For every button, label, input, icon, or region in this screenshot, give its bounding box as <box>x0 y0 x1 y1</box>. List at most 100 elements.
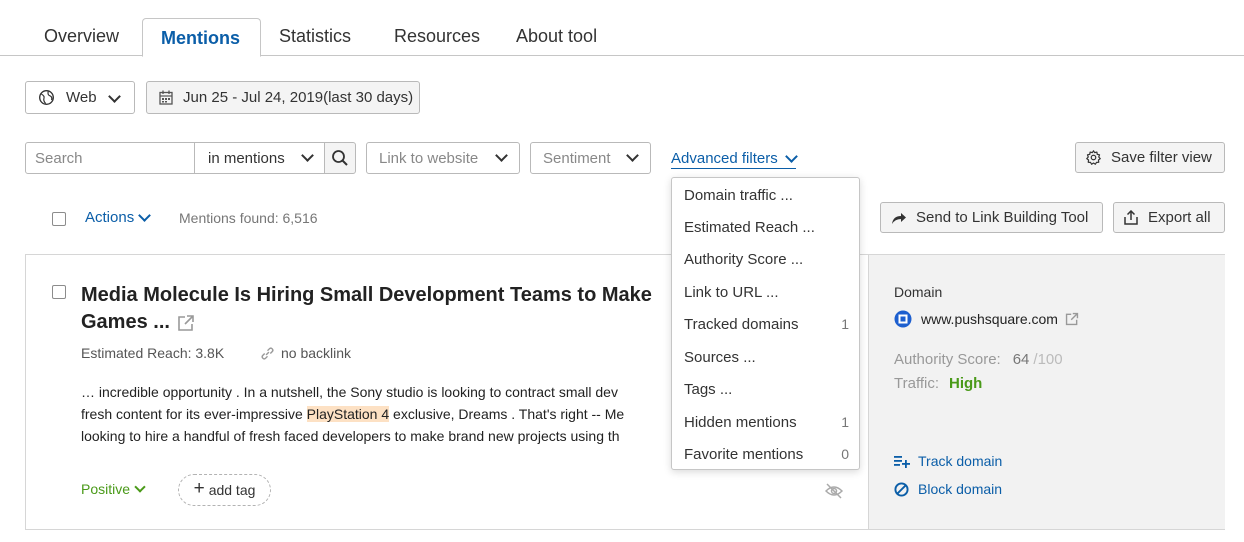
menu-item-label: Estimated Reach ... <box>684 218 815 236</box>
sentiment-select[interactable]: Sentiment <box>530 142 651 174</box>
search-scope-value: in mentions <box>208 149 285 167</box>
menu-item-estimated-reach[interactable]: Estimated Reach ... <box>684 215 849 239</box>
traffic-value: High <box>949 375 983 392</box>
source-select-value: Web <box>66 89 97 106</box>
mention-snippet: … incredible opportunity . In a nutshell… <box>81 381 671 447</box>
menu-item-label: Tracked domains <box>684 315 799 333</box>
chevron-down-icon <box>138 209 152 222</box>
snippet-line: … incredible opportunity . In a nutshell… <box>81 384 618 400</box>
date-range-label: Jun 25 - Jul 24, 2019(last 30 days) <box>183 89 414 106</box>
domain-panel: Domain www.pushsquare.com Authority Scor… <box>868 255 1225 529</box>
globe-icon <box>39 90 54 105</box>
snippet-line: looking to hire a handful of fresh faced… <box>81 428 620 444</box>
plus-icon: + <box>193 478 205 499</box>
menu-item-tracked-domains[interactable]: Tracked domains 1 <box>684 312 849 336</box>
traffic: Traffic: High <box>894 375 982 392</box>
menu-item-tags[interactable]: Tags ... <box>684 377 849 401</box>
chevron-down-icon <box>134 481 146 493</box>
select-all-checkbox[interactable] <box>52 212 66 226</box>
chevron-down-icon <box>108 90 121 103</box>
tab-overview[interactable]: Overview <box>44 26 119 47</box>
menu-item-label: Link to URL ... <box>684 283 779 301</box>
advanced-filters-toggle[interactable]: Advanced filters <box>671 149 798 169</box>
authority-label: Authority Score: <box>894 351 1001 368</box>
tab-about-tool[interactable]: About tool <box>516 26 597 47</box>
actions-label: Actions <box>85 209 135 226</box>
share-arrow-icon <box>892 212 906 224</box>
mentions-found-count: Mentions found: 6,516 <box>179 210 318 226</box>
tab-mentions[interactable]: Mentions <box>142 18 261 57</box>
send-to-link-building-button[interactable]: Send to Link Building Tool <box>880 202 1103 233</box>
authority-max: /100 <box>1033 351 1063 368</box>
tab-resources[interactable]: Resources <box>394 26 480 47</box>
add-tag-button[interactable]: + add tag <box>178 474 271 506</box>
menu-item-label: Sources ... <box>684 348 756 366</box>
menu-item-sources[interactable]: Sources ... <box>684 345 849 369</box>
search-input[interactable]: Search <box>35 150 83 167</box>
sentiment-value: Sentiment <box>543 149 611 167</box>
tab-bar: Overview Mentions Statistics Resources A… <box>0 0 1244 57</box>
search-button[interactable] <box>324 142 356 174</box>
external-link-icon[interactable] <box>177 314 195 332</box>
link-to-website-value: Link to website <box>379 149 479 167</box>
chevron-down-icon <box>626 149 639 162</box>
menu-item-count: 1 <box>841 414 849 430</box>
mention-title-line2: Games ... <box>81 311 170 333</box>
block-domain-link[interactable]: Block domain <box>894 481 1002 497</box>
snippet-text: exclusive, Dreams . That's right -- Me <box>389 406 625 422</box>
mention-card: Media Molecule Is Hiring Small Developme… <box>25 254 1225 530</box>
date-range-picker[interactable]: Jun 25 - Jul 24, 2019(last 30 days) <box>146 81 420 114</box>
save-filter-view-button[interactable]: Save filter view <box>1075 142 1225 173</box>
track-domain-label: Track domain <box>918 453 1003 469</box>
authority-score: Authority Score: 64 /100 <box>894 351 1063 368</box>
menu-item-count: 0 <box>841 446 849 462</box>
link-icon <box>261 346 274 360</box>
menu-item-authority-score[interactable]: Authority Score ... <box>684 247 849 271</box>
domain-name: www.pushsquare.com <box>921 311 1058 327</box>
domain-link[interactable]: www.pushsquare.com <box>894 310 1079 328</box>
menu-item-label: Favorite mentions <box>684 445 804 463</box>
export-all-label: Export all <box>1148 209 1211 226</box>
source-select[interactable]: Web <box>25 81 135 114</box>
menu-item-hidden-mentions[interactable]: Hidden mentions 1 <box>684 410 849 434</box>
gear-icon <box>1086 150 1101 165</box>
site-favicon-icon <box>894 310 912 328</box>
send-to-link-building-label: Send to Link Building Tool <box>916 209 1089 226</box>
backlink-label: no backlink <box>281 345 352 361</box>
actions-menu[interactable]: Actions <box>85 209 152 226</box>
export-icon <box>1124 210 1138 225</box>
add-tag-label: add tag <box>208 482 256 498</box>
snippet-text: fresh content for its ever-impressive <box>81 406 307 422</box>
advanced-filters-label: Advanced filters <box>671 150 778 167</box>
save-filter-view-label: Save filter view <box>1111 149 1212 166</box>
tab-statistics[interactable]: Statistics <box>279 26 351 47</box>
estimated-reach: Estimated Reach: 3.8K <box>81 345 225 361</box>
search-scope-select[interactable]: in mentions <box>194 142 325 174</box>
menu-item-label: Tags ... <box>684 380 733 398</box>
mention-checkbox[interactable] <box>52 285 66 299</box>
snippet-keyword-highlight: PlayStation 4 <box>306 406 390 422</box>
backlink-status: no backlink <box>260 345 351 361</box>
authority-value: 64 <box>1012 351 1030 368</box>
external-link-icon[interactable] <box>1065 312 1079 326</box>
block-domain-label: Block domain <box>918 481 1003 497</box>
sentiment-dropdown[interactable]: Positive <box>81 481 146 497</box>
traffic-label: Traffic: <box>894 375 940 392</box>
link-to-website-select[interactable]: Link to website <box>366 142 520 174</box>
menu-item-domain-traffic[interactable]: Domain traffic ... <box>684 183 849 207</box>
chevron-down-icon <box>495 149 508 162</box>
track-domain-link[interactable]: Track domain <box>894 453 1002 469</box>
menu-item-link-to-url[interactable]: Link to URL ... <box>684 280 849 304</box>
sentiment-value: Positive <box>81 481 131 497</box>
menu-item-count: 1 <box>841 316 849 332</box>
menu-item-favorite-mentions[interactable]: Favorite mentions 0 <box>684 442 849 466</box>
export-all-button[interactable]: Export all <box>1113 202 1225 233</box>
menu-item-label: Hidden mentions <box>684 413 797 431</box>
advanced-filters-menu: Domain traffic ... Estimated Reach ... A… <box>671 177 860 470</box>
track-list-icon <box>894 456 910 468</box>
mention-title[interactable]: Media Molecule Is Hiring Small Developme… <box>81 282 681 336</box>
menu-item-label: Authority Score ... <box>684 250 804 268</box>
search-icon <box>332 150 348 166</box>
hide-eye-icon[interactable] <box>825 483 843 499</box>
mention-title-line1: Media Molecule Is Hiring Small Developme… <box>81 284 652 306</box>
